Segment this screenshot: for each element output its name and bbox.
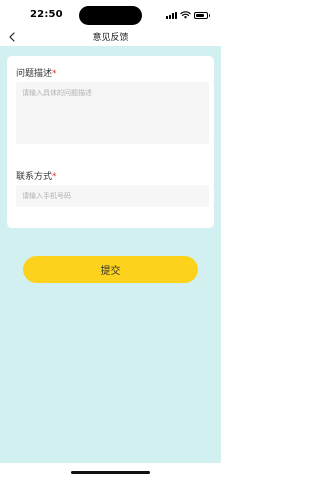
signal-icon xyxy=(166,11,177,19)
contact-label: 联系方式* xyxy=(16,169,57,182)
battery-icon xyxy=(194,11,210,19)
content-area: 问题描述* 联系方式* 提交 xyxy=(0,46,221,463)
home-indicator xyxy=(71,471,150,474)
status-icons xyxy=(166,10,210,20)
status-time: 22:50 xyxy=(30,9,63,20)
submit-button[interactable]: 提交 xyxy=(23,256,198,283)
description-textarea[interactable] xyxy=(16,82,209,144)
feedback-form-card: 问题描述* 联系方式* xyxy=(7,56,214,228)
description-label-text: 问题描述 xyxy=(16,69,53,79)
battery-level xyxy=(196,13,204,17)
home-bar-area xyxy=(0,463,221,480)
description-label: 问题描述* xyxy=(16,66,57,79)
required-mark: * xyxy=(52,69,57,79)
page-title: 意见反馈 xyxy=(92,33,129,43)
dynamic-island xyxy=(79,6,142,25)
nav-bar: 意见反馈 xyxy=(0,28,221,46)
wifi-icon xyxy=(180,11,191,19)
required-mark: * xyxy=(52,172,57,182)
contact-label-text: 联系方式 xyxy=(16,172,53,182)
status-bar: 22:50 xyxy=(0,0,221,28)
phone-input[interactable] xyxy=(16,185,209,207)
